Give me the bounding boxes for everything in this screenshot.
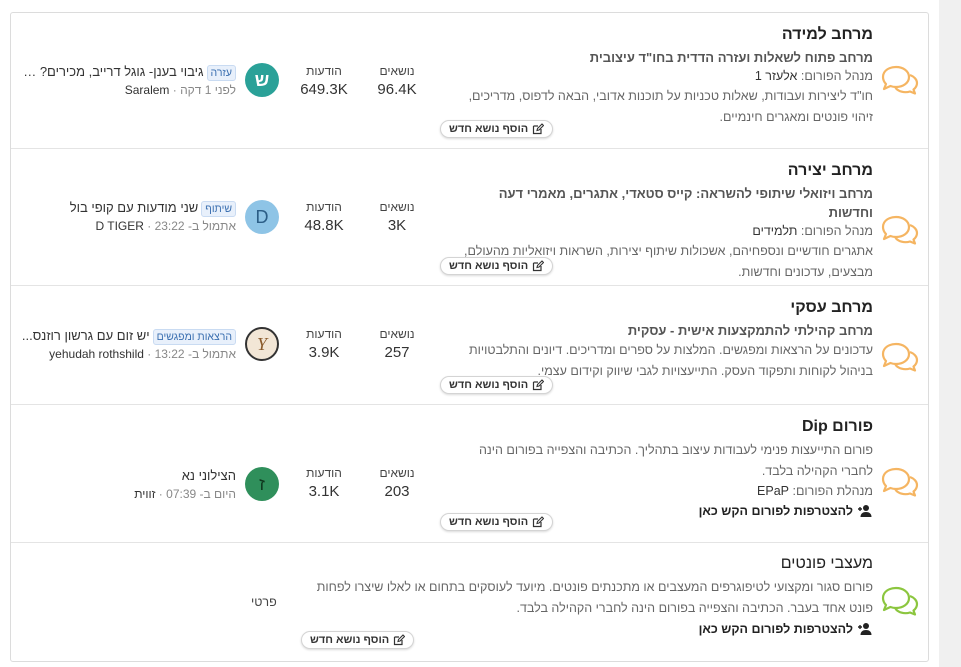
last-post-time: לפני 1 דקה bbox=[180, 83, 236, 97]
add-user-icon bbox=[858, 623, 872, 635]
edit-icon bbox=[533, 516, 545, 528]
forum-title[interactable]: מרחב למידה bbox=[453, 24, 873, 46]
last-post-time: אתמול ב- 13:22 bbox=[154, 347, 236, 361]
forum-title[interactable]: מרחב עסקי bbox=[453, 297, 873, 319]
forum-title[interactable]: פורום Dip bbox=[453, 416, 873, 438]
topics-stat: נושאים 96.4K bbox=[377, 64, 417, 98]
private-label: פרטי bbox=[251, 595, 277, 609]
forum-subtitle: מרחב פתוח לשאלות ועזרה הדדית בחו"ד עיצוב… bbox=[589, 50, 873, 65]
forum-row-learning: מרחב למידה מרחב פתוח לשאלות ועזרה הדדית … bbox=[11, 13, 928, 149]
last-post: שיתוףשני מודעות עם קופי בול אתמול ב- 23:… bbox=[69, 200, 236, 233]
moderator-name[interactable]: EPaP bbox=[757, 484, 789, 498]
forum-info: מרחב עסקי מרחב קהילתי להתמקצעות אישית - … bbox=[453, 297, 873, 382]
topics-stat: נושאים 203 bbox=[379, 466, 415, 500]
forum-info: פורום Dip פורום התייעצות פנימי לעבודות ע… bbox=[453, 416, 873, 521]
page-scrollbar[interactable] bbox=[939, 0, 961, 667]
new-topic-button[interactable]: הוסף נושא חדש bbox=[301, 631, 415, 649]
new-topic-button[interactable]: הוסף נושא חדש bbox=[440, 257, 554, 275]
forum-row-creation: מרחב יצירה מרחב ויזואלי שיתופי להשראה: ק… bbox=[11, 149, 928, 286]
chat-bubbles-icon bbox=[881, 586, 919, 616]
forum-title[interactable]: מרחב יצירה bbox=[453, 160, 873, 182]
moderator-name[interactable]: אלעזר 1 bbox=[755, 69, 798, 83]
avatar[interactable]: ש bbox=[245, 63, 279, 97]
edit-icon bbox=[533, 123, 545, 135]
forum-row-dip: פורום Dip פורום התייעצות פנימי לעבודות ע… bbox=[11, 405, 928, 543]
edit-icon bbox=[533, 260, 545, 272]
avatar[interactable]: Y bbox=[245, 327, 279, 361]
topics-stat: נושאים 3K bbox=[379, 200, 415, 234]
last-post-title[interactable]: שני מודעות עם קופי בול bbox=[70, 200, 199, 215]
last-post-title[interactable]: יש זום עם גרשון רוזנס... bbox=[22, 328, 150, 343]
forum-list: מרחב למידה מרחב פתוח לשאלות ועזרה הדדית … bbox=[10, 12, 929, 662]
topic-tag[interactable]: הרצאות ומפגשים bbox=[152, 329, 236, 345]
last-post-author[interactable]: D TIGER bbox=[95, 219, 143, 233]
topic-tag[interactable]: שיתוף bbox=[201, 201, 236, 217]
chat-bubbles-icon bbox=[881, 467, 919, 497]
forum-subtitle: מרחב קהילתי להתמקצעות אישית - עסקית bbox=[627, 323, 873, 338]
forum-description: פורום סגור ומקצועי לטיפוגרפים המעצבים או… bbox=[316, 580, 873, 615]
forum-info: מעצבי פונטים פורום סגור ומקצועי לטיפוגרפ… bbox=[293, 553, 873, 639]
posts-stat: הודעות 3.9K bbox=[306, 327, 342, 361]
avatar[interactable]: ז bbox=[245, 467, 279, 501]
last-post-title[interactable]: גיבוי בענן- גוגל דרייב, מכירים? א... bbox=[21, 64, 204, 79]
last-post-time: היום ב- 07:39 bbox=[166, 487, 236, 501]
last-post-title[interactable]: הצילוני נא bbox=[182, 468, 236, 483]
new-topic-button[interactable]: הוסף נושא חדש bbox=[440, 376, 554, 394]
last-post: הרצאות ומפגשיםיש זום עם גרשון רוזנס... א… bbox=[21, 328, 236, 361]
last-post-author[interactable]: yehudah rothshild bbox=[49, 347, 144, 361]
posts-stat: הודעות 649.3K bbox=[300, 64, 348, 98]
topics-stat: נושאים 257 bbox=[379, 327, 415, 361]
forum-subtitle: מרחב ויזואלי שיתופי להשראה: קייס סטאדי, … bbox=[498, 186, 873, 220]
forum-description: פורום התייעצות פנימי לעבודות עיצוב בתהלי… bbox=[478, 443, 873, 478]
topic-tag[interactable]: עזרה bbox=[206, 65, 236, 81]
edit-icon bbox=[394, 634, 406, 646]
chat-bubbles-icon bbox=[881, 65, 919, 95]
new-topic-button[interactable]: הוסף נושא חדש bbox=[440, 120, 554, 138]
forum-title[interactable]: מעצבי פונטים bbox=[293, 553, 873, 575]
last-post-author[interactable]: Saralem bbox=[125, 83, 170, 97]
moderator-name[interactable]: תלמידים bbox=[752, 224, 797, 238]
new-topic-button[interactable]: הוסף נושא חדש bbox=[440, 513, 554, 531]
edit-icon bbox=[533, 379, 545, 391]
avatar[interactable]: D bbox=[245, 200, 279, 234]
forum-row-font-designers: מעצבי פונטים פורום סגור ומקצועי לטיפוגרפ… bbox=[11, 543, 928, 661]
forum-moderator: מנהלת הפורום: EPaP bbox=[757, 484, 873, 498]
forum-info: מרחב למידה מרחב פתוח לשאלות ועזרה הדדית … bbox=[453, 24, 873, 128]
forum-moderator: מנהל הפורום: אלעזר 1 bbox=[754, 69, 873, 83]
forum-row-business: מרחב עסקי מרחב קהילתי להתמקצעות אישית - … bbox=[11, 286, 928, 405]
last-post: הצילוני נא היום ב- 07:39 · זווית bbox=[134, 468, 236, 501]
last-post-time: אתמול ב- 23:22 bbox=[154, 219, 236, 233]
chat-bubbles-icon bbox=[881, 215, 919, 245]
last-post-author[interactable]: זווית bbox=[134, 487, 155, 501]
forum-moderator: מנהל הפורום: תלמידים bbox=[752, 224, 873, 238]
posts-stat: הודעות 48.8K bbox=[304, 200, 344, 234]
chat-bubbles-icon bbox=[881, 342, 919, 372]
last-post: עזרהגיבוי בענן- גוגל דרייב, מכירים? א...… bbox=[21, 63, 236, 99]
posts-stat: הודעות 3.1K bbox=[306, 466, 342, 500]
add-user-icon bbox=[858, 505, 872, 517]
